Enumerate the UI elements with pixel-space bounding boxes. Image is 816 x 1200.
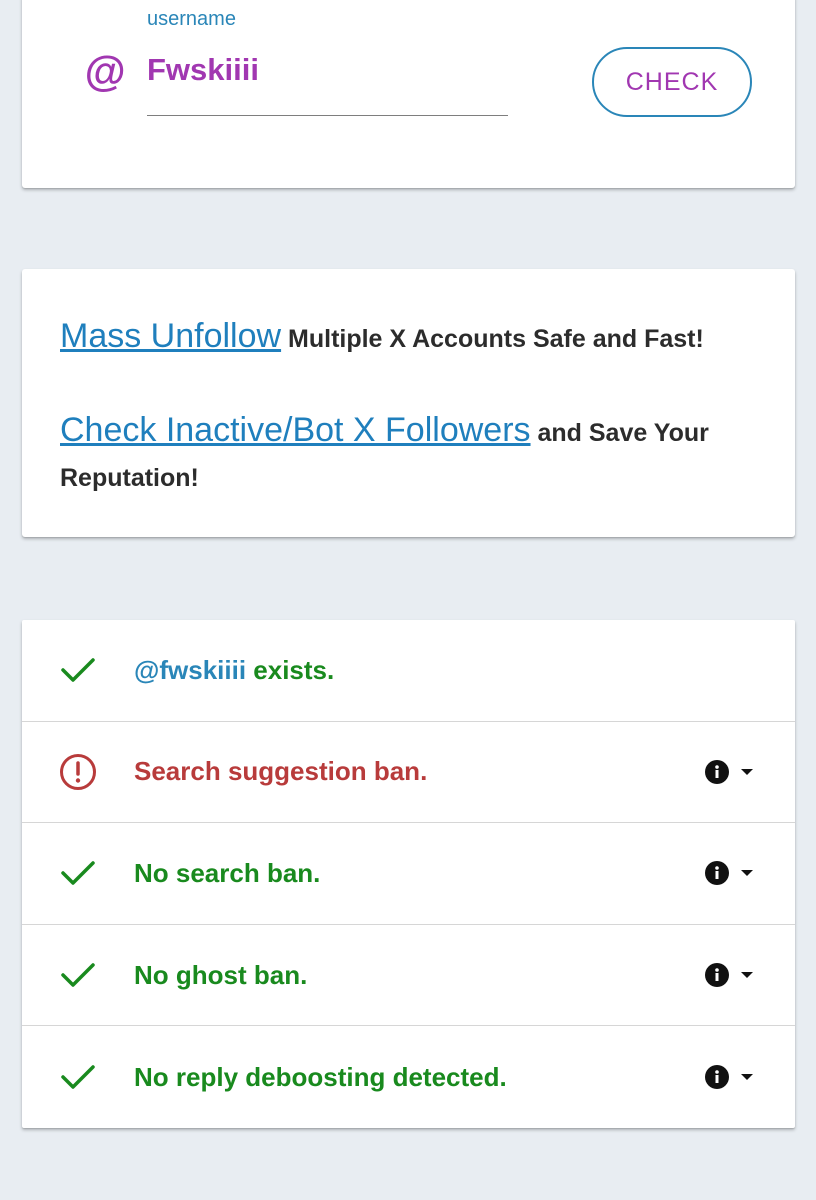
- exclamation-circle-icon: [58, 752, 98, 792]
- info-toggle[interactable]: [705, 759, 753, 784]
- info-icon: [705, 1065, 729, 1090]
- username-label: username: [147, 8, 236, 30]
- check-icon: [58, 955, 98, 995]
- result-text: @fwskiiii exists.: [134, 655, 334, 686]
- exists-text: exists.: [246, 654, 335, 685]
- page: username @ CHECK Mass Unfollow Multiple …: [0, 0, 816, 1200]
- caret-down-icon: [741, 972, 753, 979]
- mass-unfollow-link[interactable]: Mass Unfollow: [60, 317, 281, 355]
- info-icon: [705, 963, 729, 988]
- result-row-search-suggestion: Search suggestion ban.: [22, 722, 795, 824]
- username-card: username @ CHECK: [22, 0, 795, 188]
- info-toggle[interactable]: [705, 1065, 753, 1090]
- promo-text-1: Multiple X Accounts Safe and Fast!: [281, 325, 704, 353]
- caret-down-icon: [741, 1074, 753, 1081]
- result-text: Search suggestion ban.: [134, 756, 428, 787]
- user-handle: @fwskiiii: [134, 654, 247, 685]
- info-toggle[interactable]: [705, 861, 753, 886]
- check-inactive-followers-link[interactable]: Check Inactive/Bot X Followers: [60, 411, 531, 449]
- results-card: @fwskiiii exists. Search suggestion ban.…: [22, 620, 795, 1128]
- result-row-search-ban: No search ban.: [22, 823, 795, 925]
- info-icon: [705, 759, 729, 784]
- username-input[interactable]: [147, 46, 508, 116]
- check-icon: [58, 650, 98, 690]
- check-icon: [58, 853, 98, 893]
- result-text: No ghost ban.: [134, 959, 308, 990]
- result-text: No reply deboosting detected.: [134, 1061, 507, 1092]
- promo-card: Mass Unfollow Multiple X Accounts Safe a…: [22, 269, 795, 537]
- result-row-exists: @fwskiiii exists.: [22, 620, 795, 722]
- result-row-ghost-ban: No ghost ban.: [22, 925, 795, 1027]
- info-icon: [705, 861, 729, 886]
- promo-line-inactive-followers: Check Inactive/Bot X Followers and Save …: [60, 408, 757, 501]
- promo-line-mass-unfollow: Mass Unfollow Multiple X Accounts Safe a…: [60, 314, 757, 362]
- info-toggle[interactable]: [705, 963, 753, 988]
- caret-down-icon: [741, 768, 753, 775]
- at-icon: @: [84, 48, 125, 95]
- result-text: No search ban.: [134, 857, 321, 888]
- caret-down-icon: [741, 870, 753, 877]
- check-button[interactable]: CHECK: [592, 47, 752, 117]
- check-icon: [58, 1057, 98, 1097]
- result-row-reply-deboosting: No reply deboosting detected.: [22, 1026, 795, 1128]
